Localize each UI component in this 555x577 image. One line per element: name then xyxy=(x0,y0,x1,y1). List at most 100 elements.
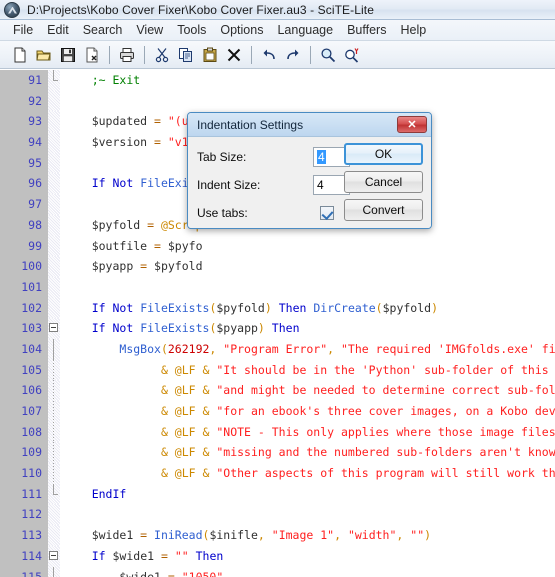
fold-margin[interactable] xyxy=(48,463,60,484)
fold-margin[interactable] xyxy=(48,276,60,298)
menu-edit[interactable]: Edit xyxy=(40,22,76,38)
fold-margin[interactable] xyxy=(48,504,60,526)
code-line[interactable]: 105 & @LF & "It should be in the 'Python… xyxy=(0,359,555,381)
fold-margin[interactable] xyxy=(48,235,60,257)
code-token: If Not xyxy=(91,176,134,191)
fold-marker-icon[interactable] xyxy=(53,359,54,381)
code-line[interactable]: 115 $wide1 = "1050" xyxy=(0,566,555,577)
fold-margin[interactable] xyxy=(48,297,60,319)
code-token: "width" xyxy=(347,528,397,543)
ok-button[interactable]: OK xyxy=(344,143,423,165)
fold-margin[interactable] xyxy=(48,545,60,567)
code-line[interactable]: 99 $outfile = $pyfo xyxy=(0,235,555,257)
code-token: @LF xyxy=(174,445,196,460)
code-token: Then xyxy=(195,548,224,563)
dialog-body: Tab Size: 4 Indent Size: 4 Use tabs: OK xyxy=(188,137,431,228)
fold-marker-icon[interactable] xyxy=(53,338,54,360)
toolbar-separator xyxy=(251,45,252,64)
menu-language[interactable]: Language xyxy=(270,22,340,38)
code-line[interactable]: 109 & @LF & "missing and the numbered su… xyxy=(0,442,555,464)
print-icon[interactable] xyxy=(115,43,139,67)
code-line[interactable]: 110 & @LF & "Other aspects of this progr… xyxy=(0,463,555,484)
delete-x-icon[interactable] xyxy=(222,43,246,67)
fold-margin[interactable] xyxy=(48,194,60,215)
code-token: $pyfold xyxy=(216,300,265,315)
line-number: 104 xyxy=(0,338,48,360)
open-folder-icon[interactable] xyxy=(32,43,56,67)
fold-margin[interactable] xyxy=(48,525,60,546)
code-token: "for an ebook's three cover images, on a… xyxy=(216,404,555,418)
replace-magnifier-icon[interactable] xyxy=(340,43,364,67)
fold-margin[interactable] xyxy=(48,401,60,422)
code-line[interactable]: 111 EndIf xyxy=(0,483,555,505)
close-file-icon[interactable] xyxy=(80,43,104,67)
code-token: "Program Error" xyxy=(223,341,328,356)
fold-margin[interactable] xyxy=(48,338,60,360)
code-line[interactable]: 92 xyxy=(0,90,555,112)
code-line[interactable]: 100 $pyapp = $pyfold xyxy=(0,256,555,277)
code-line[interactable]: 102 If Not FileExists($pyfold) Then DirC… xyxy=(0,297,555,319)
fold-margin[interactable] xyxy=(48,421,60,443)
fold-margin[interactable] xyxy=(48,359,60,381)
fold-margin[interactable] xyxy=(48,70,60,91)
find-magnifier-icon[interactable] xyxy=(316,43,340,67)
code-line[interactable]: 114 If $wide1 = "" Then xyxy=(0,545,555,567)
code-line[interactable]: 113 $wide1 = IniRead($inifle, "Image 1",… xyxy=(0,525,555,546)
fold-margin[interactable] xyxy=(48,111,60,133)
menu-search[interactable]: Search xyxy=(76,22,130,38)
fold-marker-icon[interactable] xyxy=(53,483,58,495)
code-line[interactable]: 112 xyxy=(0,504,555,526)
menu-view[interactable]: View xyxy=(129,22,170,38)
fold-marker-icon[interactable] xyxy=(53,442,54,464)
fold-marker-icon[interactable] xyxy=(53,380,54,401)
fold-marker-icon[interactable] xyxy=(53,463,54,484)
fold-margin[interactable] xyxy=(48,173,60,195)
line-number: 106 xyxy=(0,380,48,401)
code-token: $pyfold xyxy=(154,259,203,274)
fold-margin[interactable] xyxy=(48,256,60,277)
new-file-icon[interactable] xyxy=(8,43,32,67)
menu-tools[interactable]: Tools xyxy=(170,22,213,38)
code-line[interactable]: 106 & @LF & "and might be needed to dete… xyxy=(0,380,555,401)
code-line[interactable]: 108 & @LF & "NOTE - This only applies wh… xyxy=(0,421,555,443)
use-tabs-checkbox[interactable] xyxy=(320,206,334,220)
line-number: 111 xyxy=(0,483,48,505)
menu-buffers[interactable]: Buffers xyxy=(340,22,393,38)
convert-button[interactable]: Convert xyxy=(344,199,423,221)
undo-arrow-icon[interactable] xyxy=(257,43,281,67)
fold-margin[interactable] xyxy=(48,152,60,174)
code-line[interactable]: 101 xyxy=(0,276,555,298)
menu-file[interactable]: File xyxy=(6,22,40,38)
code-text: If $wide1 = "" Then xyxy=(60,545,555,567)
fold-margin[interactable] xyxy=(48,318,60,339)
fold-margin[interactable] xyxy=(48,483,60,505)
fold-margin[interactable] xyxy=(48,132,60,153)
menu-options[interactable]: Options xyxy=(213,22,270,38)
fold-marker-icon[interactable] xyxy=(53,401,54,422)
code-line[interactable]: 91 ;~ Exit xyxy=(0,70,555,91)
code-line[interactable]: 104 MsgBox(262192, "Program Error", "The… xyxy=(0,338,555,360)
fold-marker-icon[interactable] xyxy=(53,70,58,81)
fold-marker-icon[interactable] xyxy=(53,421,54,443)
cancel-button[interactable]: Cancel xyxy=(344,171,423,193)
code-line[interactable]: 103 If Not FileExists($pyapp) Then xyxy=(0,318,555,339)
fold-margin[interactable] xyxy=(48,442,60,464)
fold-marker-icon[interactable] xyxy=(49,323,58,333)
code-line[interactable]: 107 & @LF & "for an ebook's three cover … xyxy=(0,401,555,422)
cut-scissors-icon[interactable] xyxy=(150,43,174,67)
save-disk-icon[interactable] xyxy=(56,43,80,67)
paste-clipboard-icon[interactable] xyxy=(198,43,222,67)
redo-arrow-icon[interactable] xyxy=(281,43,305,67)
fold-margin[interactable] xyxy=(48,214,60,236)
menu-help[interactable]: Help xyxy=(393,22,433,38)
copy-icon[interactable] xyxy=(174,43,198,67)
fold-margin[interactable] xyxy=(48,90,60,112)
fold-marker-icon[interactable] xyxy=(49,550,58,560)
close-icon[interactable]: ✕ xyxy=(397,116,427,133)
fold-margin[interactable] xyxy=(48,566,60,577)
fold-margin[interactable] xyxy=(48,380,60,401)
fold-marker-icon[interactable] xyxy=(53,566,54,577)
